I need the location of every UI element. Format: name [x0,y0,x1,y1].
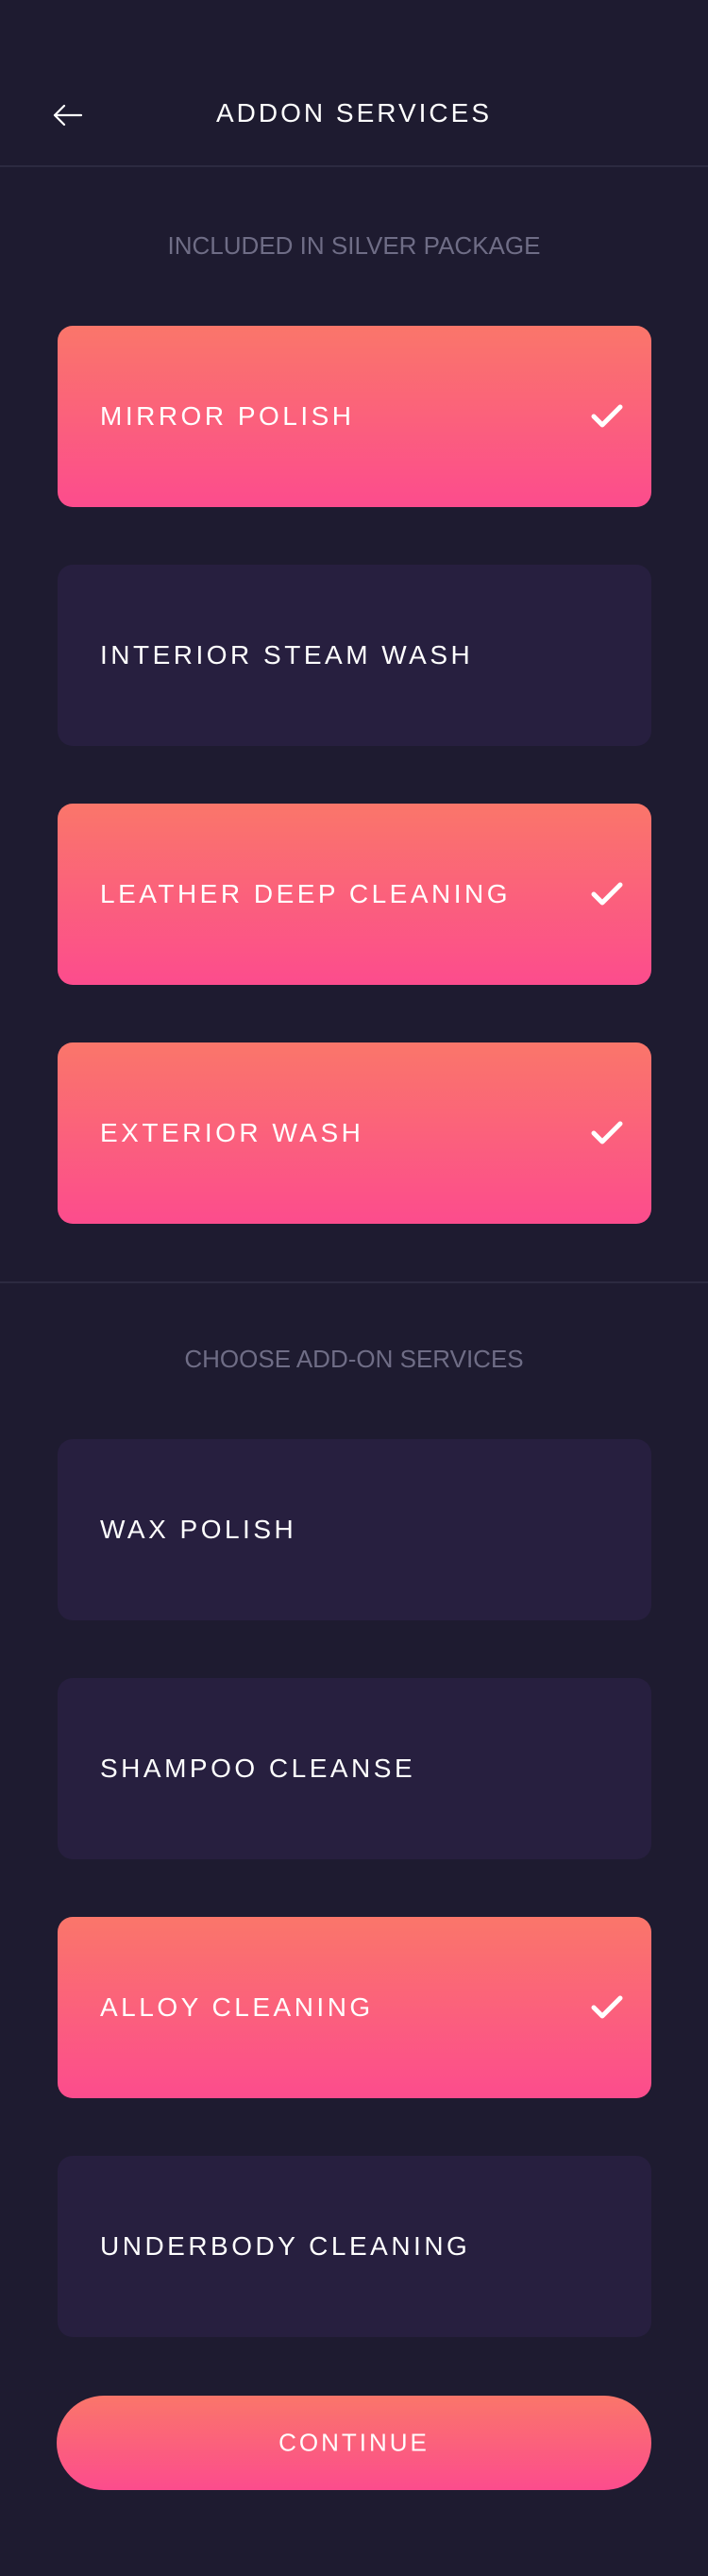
service-card-label: MIRROR POLISH [100,401,355,431]
service-card-label: ALLOY CLEANING [100,1992,374,2022]
service-card-interior-steam-wash[interactable]: INTERIOR STEAM WASH [58,565,651,746]
service-card-label: INTERIOR STEAM WASH [100,640,474,669]
service-card-label: LEATHER DEEP CLEANING [100,879,512,908]
section-divider [0,1281,708,1283]
checkmark-icon [591,1121,623,1144]
service-card-underbody-cleaning[interactable]: UNDERBODY CLEANING [58,2156,651,2337]
service-card-wax-polish[interactable]: WAX POLISH [58,1439,651,1620]
addons-section-label: CHOOSE ADD-ON SERVICES [184,1345,524,1373]
header: ADDON SERVICES [0,0,708,167]
service-card-label: UNDERBODY CLEANING [100,2231,471,2261]
service-card-label: WAX POLISH [100,1515,297,1544]
service-card-mirror-polish[interactable]: MIRROR POLISH [58,326,651,507]
page-title: ADDON SERVICES [216,98,492,127]
continue-button-label: CONTINUE [278,2428,430,2457]
service-card-leather-deep-cleaning[interactable]: LEATHER DEEP CLEANING [58,804,651,985]
service-card-alloy-cleaning[interactable]: ALLOY CLEANING [58,1917,651,2098]
service-card-label: EXTERIOR WASH [100,1118,364,1147]
checkmark-icon [591,1995,623,2019]
checkmark-icon [591,404,623,428]
included-section-label: INCLUDED IN SILVER PACKAGE [167,231,541,260]
service-card-label: SHAMPOO CLEANSE [100,1754,416,1783]
service-card-shampoo-cleanse[interactable]: SHAMPOO CLEANSE [58,1678,651,1859]
service-card-exterior-wash[interactable]: EXTERIOR WASH [58,1042,651,1224]
checkmark-icon [591,882,623,906]
continue-button[interactable]: CONTINUE [57,2396,651,2490]
